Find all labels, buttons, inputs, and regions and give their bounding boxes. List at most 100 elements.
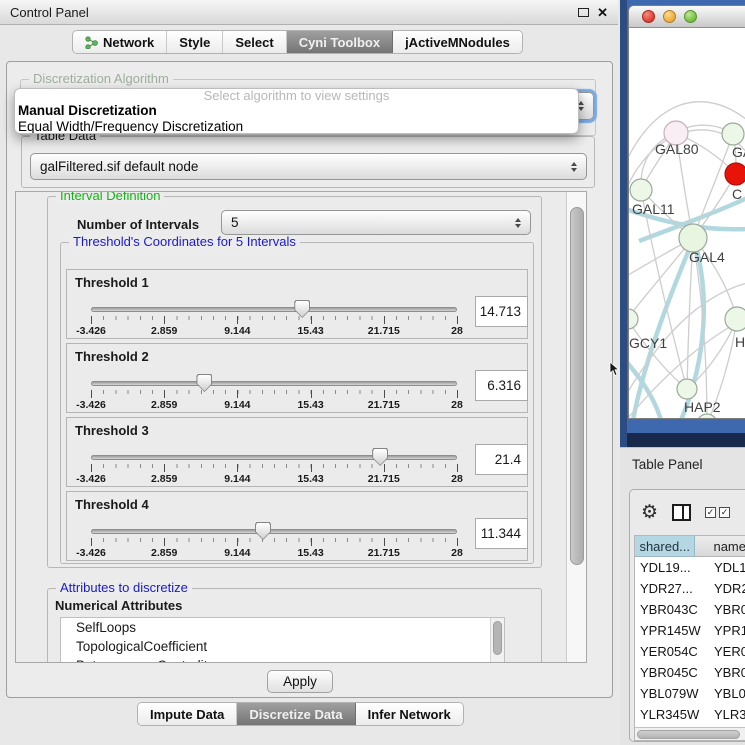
tick-label: 9.144: [224, 547, 250, 559]
attribute-list-item[interactable]: SelfLoops: [61, 618, 504, 637]
table-row[interactable]: YBR043C YBR0: [635, 599, 745, 620]
network-window-titlebar[interactable]: [629, 6, 745, 28]
cell-shared-name[interactable]: YER054C: [635, 641, 710, 662]
cell-name[interactable]: YER0: [710, 641, 745, 662]
major-tick: [384, 464, 385, 472]
cell-name[interactable]: YDR2: [710, 578, 745, 599]
tab-discretize-data[interactable]: Discretize Data: [237, 703, 355, 725]
slider-track[interactable]: [91, 381, 457, 386]
column-header-name[interactable]: name: [695, 536, 745, 557]
major-tick: [311, 464, 312, 472]
major-tick: [311, 538, 312, 546]
node-label: GAL4: [689, 249, 725, 265]
minimize-traffic-light-icon[interactable]: [663, 10, 676, 23]
node-label: C: [732, 186, 742, 202]
tab-impute-data[interactable]: Impute Data: [138, 703, 237, 725]
attributes-list-scrollbar[interactable]: [490, 618, 504, 663]
tab-network[interactable]: Network: [73, 31, 167, 53]
threshold-slider[interactable]: -3.4262.8599.14415.4321.71528: [91, 448, 457, 484]
slider-track[interactable]: [91, 529, 457, 534]
scrollbar-thumb[interactable]: [493, 621, 502, 655]
cell-shared-name[interactable]: YBR043C: [635, 599, 710, 620]
gear-icon[interactable]: ⚙: [641, 503, 658, 522]
threshold-slider[interactable]: -3.4262.8599.14415.4321.71528: [91, 522, 457, 558]
dropdown-option-manual[interactable]: Manual Discretization: [15, 103, 578, 119]
threshold-value-field[interactable]: 14.713: [475, 296, 528, 327]
table-row[interactable]: YDL19... YDL1: [635, 557, 745, 578]
cell-shared-name[interactable]: YDL19...: [635, 557, 710, 578]
panel-title: Control Panel: [10, 5, 89, 20]
zoom-traffic-light-icon[interactable]: [684, 10, 697, 23]
scrollbar-thumb[interactable]: [637, 730, 740, 739]
tab-select[interactable]: Select: [223, 31, 286, 53]
cell-name[interactable]: YBR0: [710, 662, 745, 683]
table-header-row: shared... name: [635, 536, 745, 557]
table-row[interactable]: YLR345W YLR3: [635, 704, 745, 725]
slider-ticks: -3.4262.8599.14415.4321.71528: [91, 464, 457, 484]
checkbox-checked-icon[interactable]: ✓: [719, 507, 730, 518]
node-red-selected[interactable]: [725, 163, 745, 185]
cell-shared-name[interactable]: YBR045C: [635, 662, 710, 683]
tab-cyni-toolbox[interactable]: Cyni Toolbox: [287, 31, 393, 53]
attribute-list-item[interactable]: BetweennessCentrality: [61, 656, 504, 663]
threshold-value-field[interactable]: 6.316: [475, 370, 528, 401]
node-label: GA: [732, 144, 745, 160]
checkbox-checked-icon[interactable]: ✓: [705, 507, 716, 518]
dropdown-option-equal-width[interactable]: Equal Width/Frequency Discretization: [15, 119, 578, 135]
node-hap2[interactable]: [677, 379, 697, 399]
node-h[interactable]: [725, 307, 745, 331]
tick-label: 28: [451, 325, 463, 337]
tick-label: 9.144: [224, 473, 250, 485]
cell-name[interactable]: YBR0: [710, 599, 745, 620]
cell-name[interactable]: YDL1: [710, 557, 745, 578]
tick-label: 21.715: [368, 547, 400, 559]
close-icon[interactable]: ✕: [597, 6, 608, 19]
table-row[interactable]: YPR145W YPR1: [635, 620, 745, 641]
dropdown-prompt-item[interactable]: Select algorithm to view settings: [15, 89, 578, 103]
slider-track[interactable]: [91, 455, 457, 460]
major-tick: [457, 390, 458, 398]
algorithm-dropdown-popup: Select algorithm to view settings Manual…: [14, 88, 579, 134]
tab-infer-network[interactable]: Infer Network: [356, 703, 463, 725]
cell-shared-name[interactable]: YDR27...: [635, 578, 710, 599]
tab-jactivemnodules[interactable]: jActiveMNodules: [393, 31, 522, 53]
settings-vertical-scrollbar[interactable]: [566, 192, 586, 662]
node-ga[interactable]: [722, 123, 744, 145]
close-traffic-light-icon[interactable]: [642, 10, 655, 23]
table-horizontal-scrollbar[interactable]: [635, 727, 745, 740]
node-gal4[interactable]: [679, 224, 707, 252]
network-canvas[interactable]: GAL80 GA C GAL11 GAL4 GCY1 H HAP2: [629, 28, 745, 419]
table-row[interactable]: YBR045C YBR0: [635, 662, 745, 683]
cell-shared-name[interactable]: YLR345W: [635, 704, 710, 725]
apply-button[interactable]: Apply: [267, 670, 333, 693]
split-view-icon[interactable]: [672, 504, 691, 521]
cell-name[interactable]: YBL0: [710, 683, 745, 704]
table-row[interactable]: YBL079W YBL0: [635, 683, 745, 704]
tick-label: 9.144: [224, 325, 250, 337]
interval-definition-group: Interval Definition Number of Intervals …: [47, 196, 542, 568]
cell-shared-name[interactable]: YPR145W: [635, 620, 710, 641]
threshold-value-field[interactable]: 21.4: [475, 444, 528, 475]
cell-shared-name[interactable]: YBL079W: [635, 683, 710, 704]
table-row[interactable]: YER054C YER0: [635, 641, 745, 662]
column-header-shared-name[interactable]: shared...: [635, 536, 695, 557]
attribute-list-item[interactable]: TopologicalCoefficient: [61, 637, 504, 656]
threshold-slider[interactable]: -3.4262.8599.14415.4321.71528: [91, 374, 457, 410]
cell-name[interactable]: YPR1: [710, 620, 745, 641]
threshold-slider[interactable]: -3.4262.8599.14415.4321.71528: [91, 300, 457, 336]
node-gcy1[interactable]: [629, 309, 638, 329]
major-tick: [237, 316, 238, 324]
top-tabstrip: Network Style Select Cyni Toolbox jActiv…: [72, 30, 523, 54]
table-row[interactable]: YDR27... YDR2: [635, 578, 745, 599]
tab-style[interactable]: Style: [167, 31, 223, 53]
threshold-value-field[interactable]: 11.344: [475, 518, 528, 549]
node-gal11[interactable]: [630, 179, 652, 201]
table-data-combobox[interactable]: galFiltered.sif default node: [30, 153, 587, 180]
slider-track[interactable]: [91, 307, 457, 312]
numerical-attributes-list[interactable]: SelfLoops TopologicalCoefficient Between…: [60, 617, 505, 663]
scrollbar-thumb[interactable]: [570, 207, 584, 565]
cell-name[interactable]: YLR3: [710, 704, 745, 725]
float-window-icon[interactable]: [578, 8, 589, 17]
number-of-intervals-combobox[interactable]: 5: [221, 210, 531, 235]
tab-network-label: Network: [103, 35, 154, 50]
